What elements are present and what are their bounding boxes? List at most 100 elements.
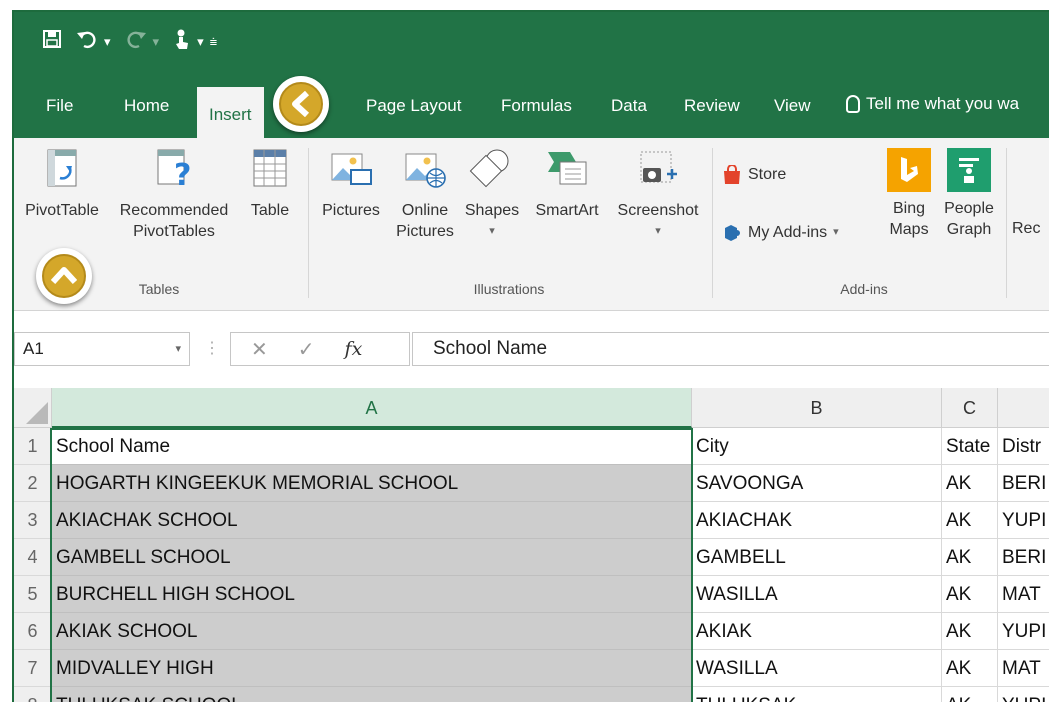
touch-mode-icon[interactable] [173, 28, 191, 56]
screenshot-label: Screenshot [617, 202, 699, 219]
cell-a[interactable]: BURCHELL HIGH SCHOOL [52, 576, 692, 613]
cell-c[interactable]: AK [942, 613, 998, 650]
cell-d[interactable]: YUPI [998, 613, 1049, 650]
recommended-pivottables-icon: ? [157, 149, 191, 193]
group-separator [308, 148, 309, 298]
pivottable-icon [47, 149, 77, 187]
tab-insert[interactable]: Insert [197, 87, 264, 138]
save-icon[interactable] [42, 29, 62, 55]
insert-function-icon[interactable]: fx [345, 338, 363, 360]
screenshot-dropdown-icon[interactable]: ▾ [610, 221, 706, 242]
cell-d[interactable]: YUPI [998, 502, 1049, 539]
store-label: Store [748, 166, 787, 183]
tab-home[interactable]: Home [124, 96, 169, 116]
online-pictures-label-2: Pictures [396, 223, 454, 240]
column-header-b[interactable]: B [692, 388, 942, 428]
my-addins-icon [725, 224, 740, 241]
row-header[interactable]: 5 [14, 576, 52, 613]
cell-b[interactable]: City [692, 428, 942, 465]
recommended-pivottables-button[interactable]: ? Recommended PivotTables [108, 148, 240, 242]
table-button[interactable]: Table [240, 148, 300, 221]
cell-d[interactable]: MAT [998, 576, 1049, 613]
smartart-button[interactable]: SmartArt [524, 148, 610, 221]
cell-a[interactable]: School Name [52, 428, 692, 465]
screenshot-button[interactable]: Screenshot ▾ [610, 148, 706, 242]
row-header[interactable]: 7 [14, 650, 52, 687]
customize-qat-icon[interactable]: ⩧ [210, 34, 218, 50]
cell-c[interactable]: AK [942, 539, 998, 576]
undo-dropdown-icon[interactable]: ▾ [104, 34, 111, 50]
tell-me-search[interactable]: Tell me what you wa [846, 94, 1019, 114]
formula-input[interactable]: School Name [412, 332, 1049, 366]
row-header[interactable]: 4 [14, 539, 52, 576]
cell-d[interactable]: BERI [998, 465, 1049, 502]
group-separator [1006, 148, 1007, 298]
pictures-button[interactable]: Pictures [314, 148, 388, 221]
cell-d[interactable]: BERI [998, 539, 1049, 576]
shapes-button[interactable]: Shapes ▾ [460, 148, 524, 242]
store-button[interactable]: Store [722, 164, 786, 185]
name-box[interactable]: A1 ▾ [14, 332, 190, 366]
cell-b[interactable]: GAMBELL [692, 539, 942, 576]
cell-a[interactable]: GAMBELL SCHOOL [52, 539, 692, 576]
select-all-button[interactable] [14, 388, 52, 428]
tab-file[interactable]: File [46, 96, 73, 116]
cancel-icon[interactable]: ✕ [251, 337, 268, 362]
row-header[interactable]: 3 [14, 502, 52, 539]
row-header[interactable]: 1 [14, 428, 52, 465]
online-pictures-label-1: Online [401, 202, 449, 219]
column-header-a[interactable]: A [52, 388, 692, 428]
redo-icon[interactable] [125, 29, 147, 55]
redo-dropdown-icon[interactable]: ▾ [153, 34, 160, 50]
recommended-charts-button[interactable]: Rec [1012, 218, 1040, 239]
enter-icon[interactable]: ✓ [298, 337, 315, 362]
insert-ribbon: PivotTable ? Recommended PivotTables Tab… [14, 138, 1049, 311]
cell-c[interactable]: AK [942, 576, 998, 613]
svg-text:?: ? [174, 158, 191, 188]
ribbon-tab-bar: File Home Insert Page Layout Formulas Da… [14, 74, 1049, 138]
cell-b[interactable]: SAVOONGA [692, 465, 942, 502]
cell-d[interactable]: MAT [998, 650, 1049, 687]
cell-b[interactable]: AKIACHAK [692, 502, 942, 539]
cell-b[interactable]: WASILLA [692, 650, 942, 687]
people-graph-button[interactable]: People Graph [940, 148, 998, 240]
pivottable-button[interactable]: PivotTable [16, 148, 108, 221]
smartart-label: SmartArt [535, 202, 599, 219]
store-icon [724, 164, 740, 184]
tab-page-layout[interactable]: Page Layout [366, 96, 461, 116]
tab-data[interactable]: Data [611, 96, 647, 116]
cell-c[interactable]: State [942, 428, 998, 465]
cell-d[interactable]: Distr [998, 428, 1049, 465]
shapes-dropdown-icon[interactable]: ▾ [460, 221, 524, 242]
cell-b[interactable]: WASILLA [692, 576, 942, 613]
my-addins-button[interactable]: My Add-ins ▾ [722, 222, 839, 243]
cell-a[interactable]: AKIACHAK SCHOOL [52, 502, 692, 539]
formula-bar-grip-icon[interactable]: ⋮ [204, 338, 220, 358]
cell-a[interactable]: MIDVALLEY HIGH [52, 650, 692, 687]
row-header[interactable]: 2 [14, 465, 52, 502]
cell-b[interactable]: AKIAK [692, 613, 942, 650]
cell-c[interactable]: AK [942, 465, 998, 502]
column-header-d[interactable] [998, 388, 1049, 428]
undo-icon[interactable] [76, 29, 98, 55]
online-pictures-button[interactable]: Online Pictures [390, 148, 460, 242]
tab-review[interactable]: Review [684, 96, 740, 116]
cell-a[interactable]: AKIAK SCHOOL [52, 613, 692, 650]
recommended-label-2: PivotTables [133, 223, 215, 240]
bing-maps-button[interactable]: Bing Maps [880, 148, 938, 240]
tab-view[interactable]: View [774, 96, 811, 116]
column-header-c[interactable]: C [942, 388, 998, 428]
cell-a[interactable]: HOGARTH KINGEEKUK MEMORIAL SCHOOL [52, 465, 692, 502]
cell-c[interactable]: AK [942, 502, 998, 539]
my-addins-dropdown-icon[interactable]: ▾ [833, 222, 839, 243]
tab-formulas[interactable]: Formulas [501, 96, 572, 116]
row-header[interactable]: 6 [14, 613, 52, 650]
formula-buttons: ✕ ✓ fx [230, 332, 410, 366]
formula-bar: A1 ▾ ⋮ ✕ ✓ fx School Name [14, 322, 1049, 376]
worksheet-grid: A B C 1 School Name City State Distr 2 H… [14, 388, 1049, 702]
touch-dropdown-icon[interactable]: ▾ [197, 34, 204, 50]
people-graph-label-2: Graph [946, 221, 992, 238]
cell-c[interactable]: AK [942, 650, 998, 687]
name-box-dropdown-icon[interactable]: ▾ [175, 333, 181, 365]
recommended-label-1: Recommended [119, 202, 229, 219]
